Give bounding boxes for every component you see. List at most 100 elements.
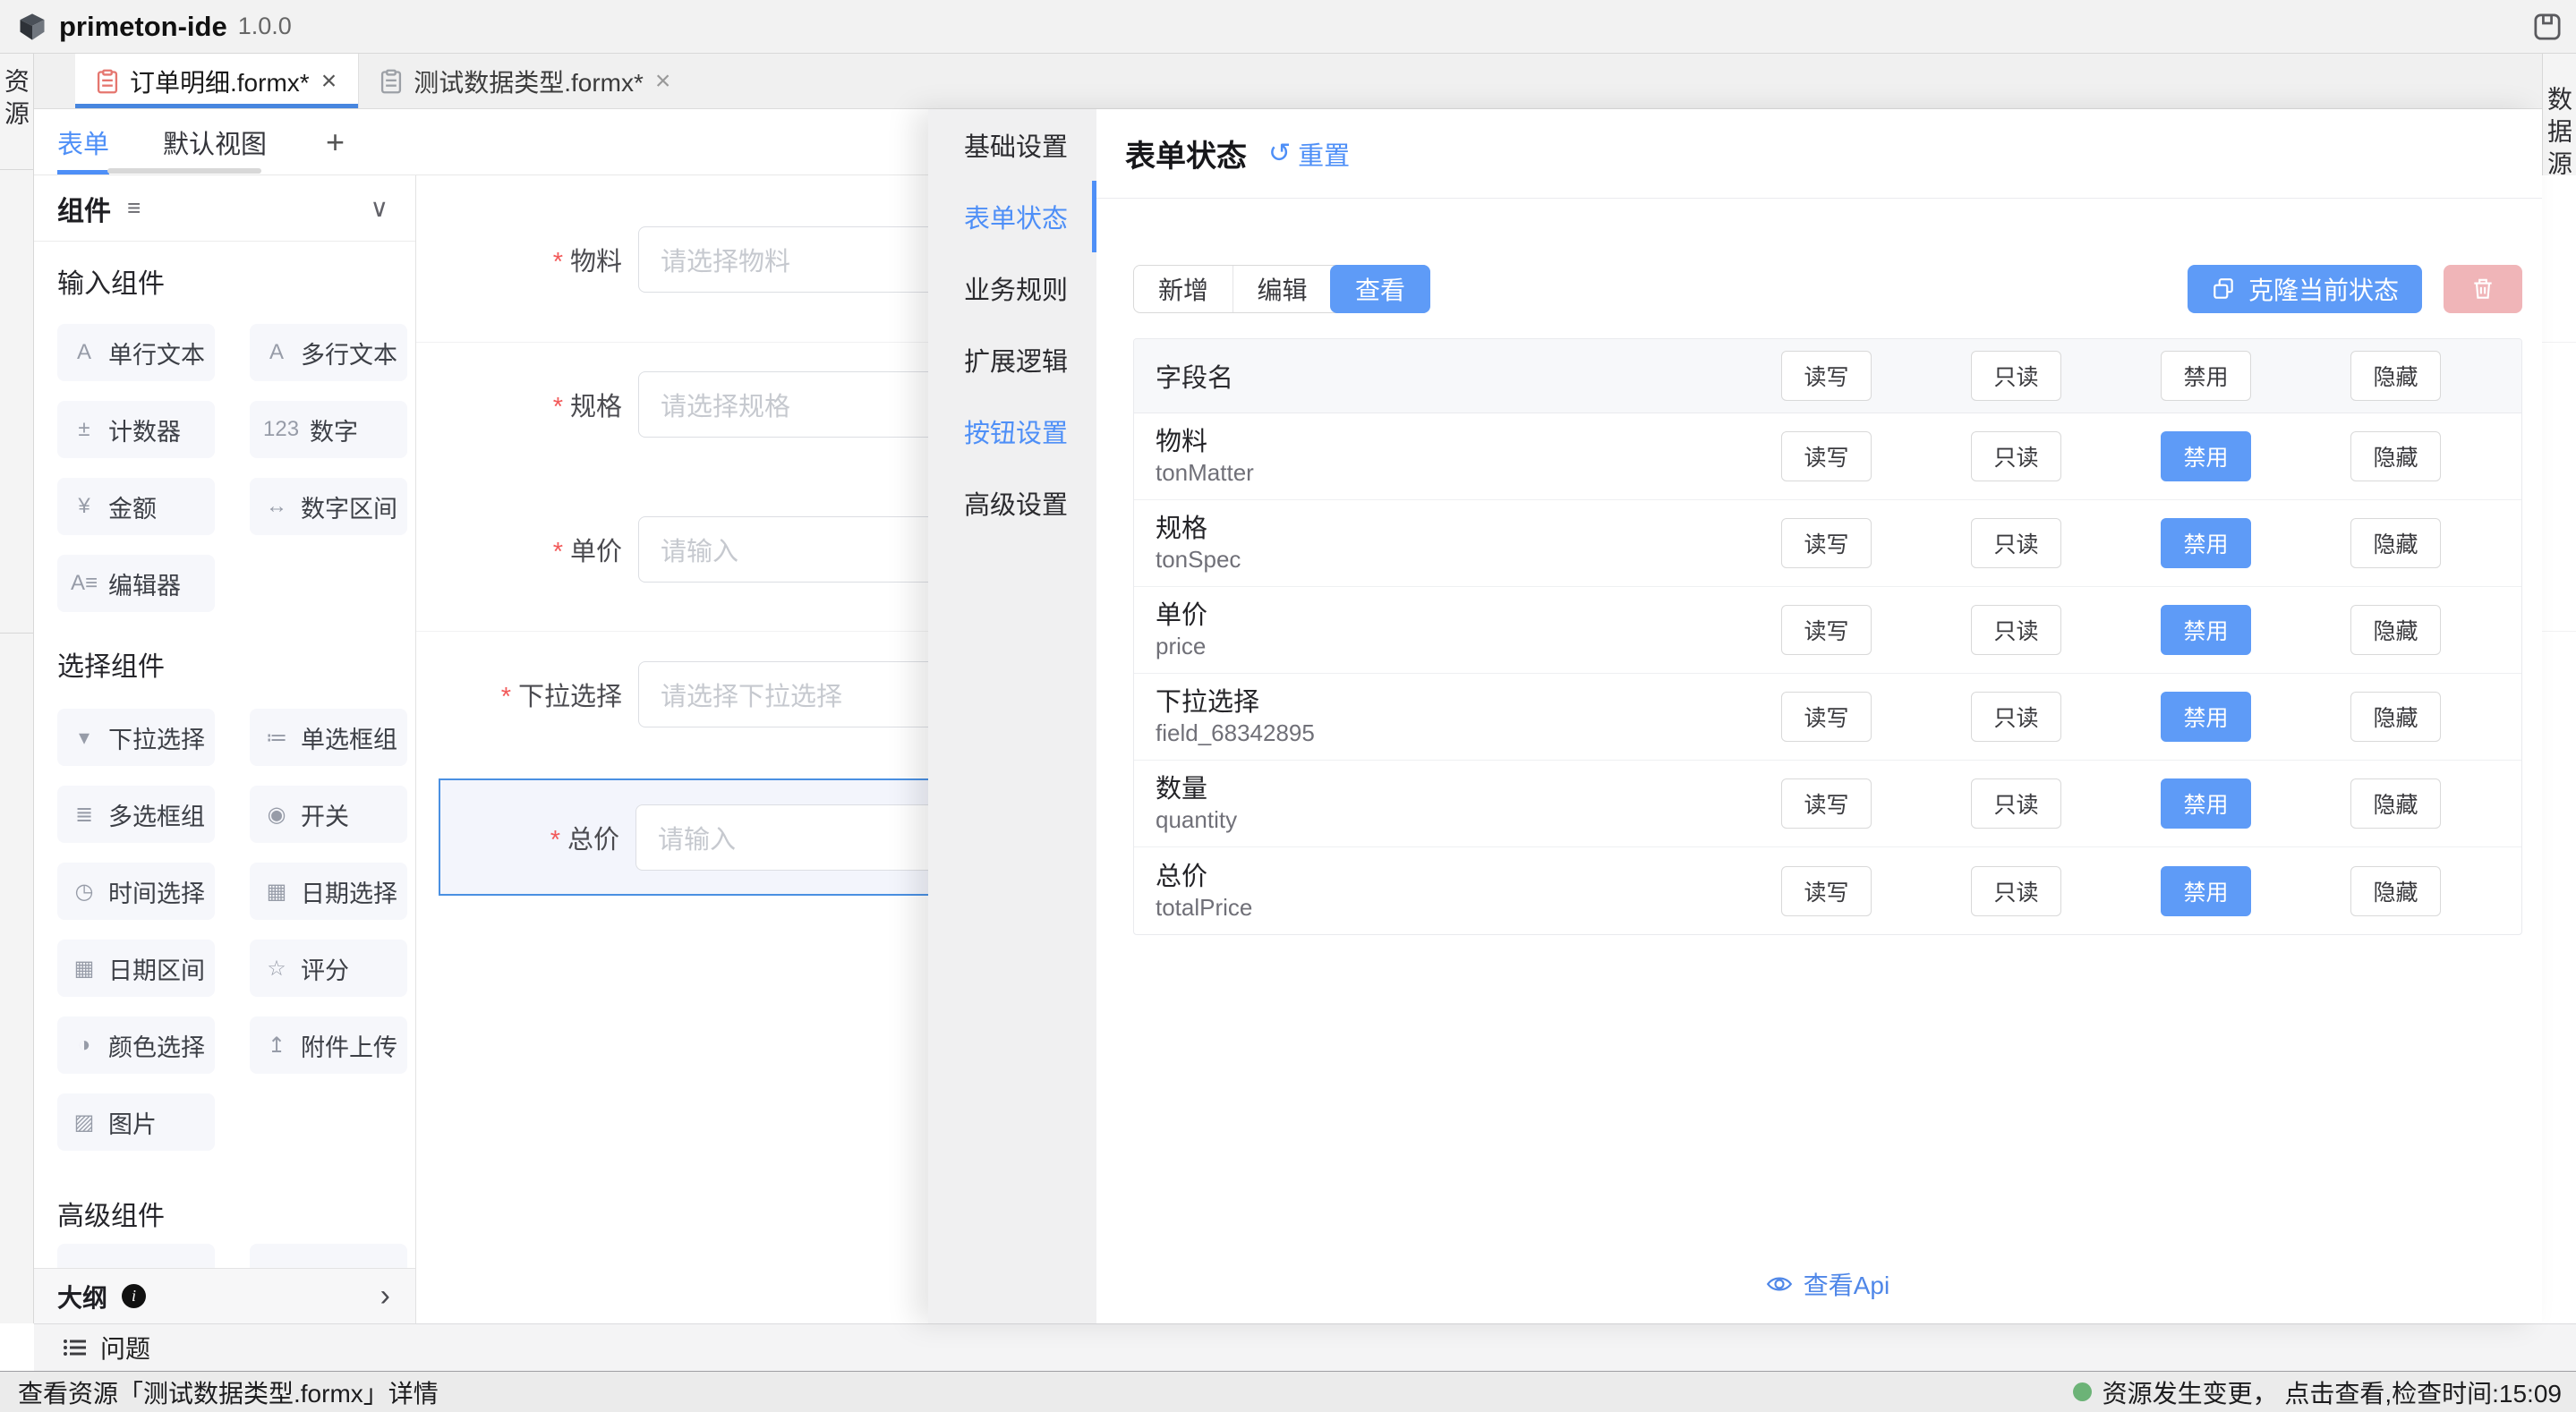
table-row-dropdown: 下拉选择 field_68342895 读写 只读 禁用 隐藏	[1134, 674, 2521, 761]
state-readwrite-button[interactable]: 读写	[1781, 778, 1872, 829]
state-hidden-button[interactable]: 隐藏	[2350, 605, 2441, 655]
tab-form-view[interactable]: 表单	[57, 109, 109, 174]
view-tab-label: 默认视图	[163, 123, 267, 161]
component-tile-label: 数字	[310, 413, 358, 447]
tab-order-detail-formx[interactable]: 订单明细.formx* ×	[75, 54, 358, 108]
mode-edit-button[interactable]: 编辑	[1233, 266, 1331, 312]
problems-bar[interactable]: 问题	[34, 1323, 2576, 1371]
component-tile-label: 日期区间	[108, 951, 205, 986]
state-readonly-button[interactable]: 只读	[1971, 778, 2061, 829]
state-readwrite-button[interactable]: 读写	[1781, 431, 1872, 481]
chevron-right-icon[interactable]: ›	[380, 1279, 390, 1314]
menu-advanced-settings[interactable]: 高级设置	[928, 467, 1096, 539]
horizontal-scrollbar-thumb[interactable]	[107, 168, 261, 174]
component-tile-attachment-upload[interactable]: ↥ 附件上传	[250, 1016, 407, 1074]
state-readonly-button[interactable]: 只读	[1971, 866, 2061, 916]
component-tile-time-picker[interactable]: ◷ 时间选择	[57, 863, 215, 920]
state-hidden-button[interactable]: 隐藏	[2350, 518, 2441, 568]
component-tile-editor[interactable]: A≡ 编辑器	[57, 555, 215, 612]
clone-button-label: 克隆当前状态	[2248, 271, 2399, 307]
state-hidden-button[interactable]: 隐藏	[2350, 866, 2441, 916]
add-view-button[interactable]: +	[326, 123, 345, 161]
save-icon[interactable]	[2533, 13, 2562, 41]
panel-header: 表单状态 ↺ 重置	[1096, 109, 2542, 199]
form-file-icon	[380, 69, 402, 94]
all-fields-state-group: 读写 只读 禁用 隐藏	[1781, 351, 2441, 401]
state-readwrite-button[interactable]: 读写	[1781, 866, 1872, 916]
menu-extension-logic[interactable]: 扩展逻辑	[928, 324, 1096, 396]
state-readwrite-button[interactable]: 读写	[1781, 518, 1872, 568]
component-tile-single-line-text[interactable]: A 单行文本	[57, 324, 215, 381]
component-tile-number[interactable]: 123 数字	[250, 401, 407, 458]
component-tile-select[interactable]: ▾ 下拉选择	[57, 709, 215, 766]
state-hidden-button[interactable]: 隐藏	[2350, 431, 2441, 481]
state-readonly-button[interactable]: 只读	[1971, 431, 2061, 481]
list-layout-icon[interactable]: ≡	[127, 194, 141, 222]
component-tile-date-picker[interactable]: ▦ 日期选择	[250, 863, 407, 920]
state-readwrite-button[interactable]: 读写	[1781, 692, 1872, 742]
component-tile-clipped[interactable]	[250, 1244, 407, 1268]
view-api-label: 查看Api	[1804, 1266, 1889, 1302]
component-tile-number-range[interactable]: ↔ 数字区间	[250, 478, 407, 535]
menu-basic-settings[interactable]: 基础设置	[928, 109, 1096, 181]
outline-bar[interactable]: 大纲 i ›	[34, 1268, 415, 1323]
delete-state-button[interactable]	[2444, 265, 2522, 313]
close-icon[interactable]: ×	[655, 68, 671, 95]
chevron-down-icon[interactable]: ∨	[371, 193, 389, 223]
component-tile-currency[interactable]: ¥ 金额	[57, 478, 215, 535]
view-api-link[interactable]: 查看Api	[1133, 1266, 2522, 1302]
state-disabled-button[interactable]: 禁用	[2161, 605, 2251, 655]
app-logo-icon	[16, 11, 48, 43]
component-tile-label: 单选框组	[301, 720, 397, 755]
component-tile-label: 多选框组	[108, 797, 205, 832]
state-readonly-button[interactable]: 只读	[1971, 692, 2061, 742]
menu-button-settings[interactable]: 按钮设置	[928, 396, 1096, 467]
state-disabled-button[interactable]: 禁用	[2161, 518, 2251, 568]
rail-divider	[0, 633, 33, 634]
left-activity-rail[interactable]: 资源	[0, 54, 34, 1323]
component-tile-counter[interactable]: ± 计数器	[57, 401, 215, 458]
resource-changed-notice[interactable]: 资源发生变更， 点击查看,检查时间:15:09	[2073, 1374, 2562, 1410]
close-icon[interactable]: ×	[321, 68, 337, 95]
field-label: *下拉选择	[416, 676, 622, 713]
menu-form-state[interactable]: 表单状态	[928, 181, 1096, 252]
field-code: field_68342895	[1156, 719, 1315, 747]
component-tile-color-picker[interactable]: ◑ 颜色选择	[57, 1016, 215, 1074]
component-tile-date-range[interactable]: ▦ 日期区间	[57, 940, 215, 997]
component-tile-radio-group[interactable]: ≔ 单选框组	[250, 709, 407, 766]
state-readonly-button[interactable]: 只读	[1971, 518, 2061, 568]
component-tile-checkbox-group[interactable]: ≣ 多选框组	[57, 786, 215, 843]
component-tile-clipped[interactable]	[57, 1244, 215, 1268]
state-hidden-button[interactable]: 隐藏	[2350, 692, 2441, 742]
required-mark: *	[553, 248, 563, 276]
component-tile-image[interactable]: ▨ 图片	[57, 1093, 215, 1151]
datasource-rail-item[interactable]: 数据源	[2543, 54, 2576, 195]
section-title-advanced-components: 高级组件	[57, 1201, 392, 1233]
state-readwrite-button[interactable]: 读写	[1781, 351, 1872, 401]
state-readonly-button[interactable]: 只读	[1971, 605, 2061, 655]
mode-add-button[interactable]: 新增	[1134, 266, 1233, 312]
state-disabled-button[interactable]: 禁用	[2161, 866, 2251, 916]
table-row-total-price: 总价 totalPrice 读写 只读 禁用 隐藏	[1134, 847, 2521, 934]
component-tile-multi-line-text[interactable]: A 多行文本	[250, 324, 407, 381]
clone-current-state-button[interactable]: 克隆当前状态	[2188, 265, 2422, 313]
resources-rail-label[interactable]: 资源	[0, 68, 33, 132]
state-disabled-button[interactable]: 禁用	[2161, 692, 2251, 742]
reset-button[interactable]: ↺ 重置	[1268, 135, 1350, 173]
field-state-group: 读写 只读 禁用 隐藏	[1781, 605, 2441, 655]
component-tile-rating[interactable]: ☆ 评分	[250, 940, 407, 997]
menu-business-rules[interactable]: 业务规则	[928, 252, 1096, 324]
mode-view-button[interactable]: 查看	[1330, 265, 1430, 313]
file-tab-bar: 订单明细.formx* × 测试数据类型.formx* ×	[34, 54, 2542, 109]
state-disabled-button[interactable]: 禁用	[2161, 431, 2251, 481]
date-range-icon: ▦	[71, 956, 98, 982]
tab-default-view[interactable]: 默认视图	[163, 109, 267, 174]
tab-test-datatypes-formx[interactable]: 测试数据类型.formx* ×	[358, 54, 692, 108]
state-disabled-button[interactable]: 禁用	[2161, 351, 2251, 401]
state-readonly-button[interactable]: 只读	[1971, 351, 2061, 401]
state-disabled-button[interactable]: 禁用	[2161, 778, 2251, 829]
state-readwrite-button[interactable]: 读写	[1781, 605, 1872, 655]
state-hidden-button[interactable]: 隐藏	[2350, 351, 2441, 401]
state-hidden-button[interactable]: 隐藏	[2350, 778, 2441, 829]
component-tile-switch[interactable]: ◉ 开关	[250, 786, 407, 843]
